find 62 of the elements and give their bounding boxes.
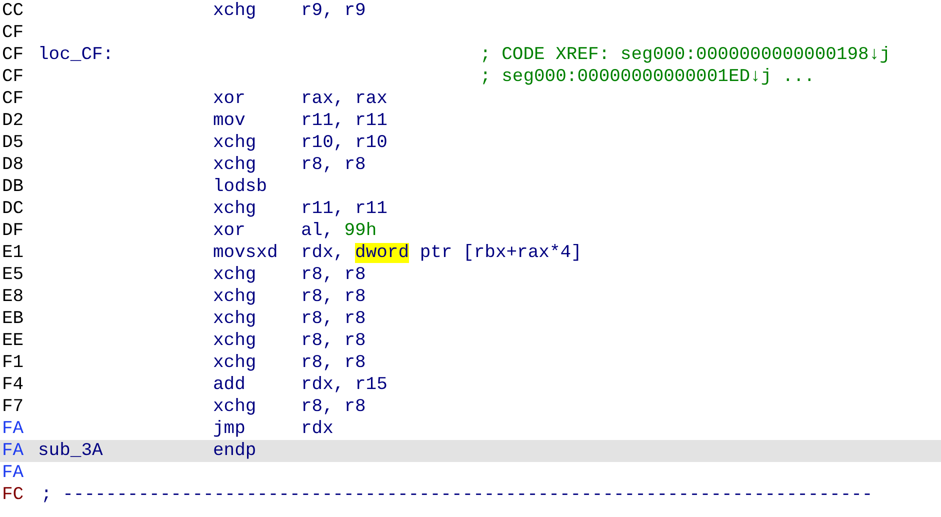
address: DC [2, 199, 24, 219]
mnemonic: endp [213, 441, 256, 461]
operands: r8, r8 [301, 330, 366, 352]
address: FA [2, 441, 24, 461]
operands: r11, r11 [301, 110, 388, 132]
comment: ; CODE XREF: seg000:0000000000000198↓j [480, 44, 890, 66]
address: D2 [2, 111, 24, 131]
address: EE [2, 331, 24, 351]
operands: al, 99h [301, 220, 377, 242]
comment: ; seg000:00000000000001ED↓j ... [480, 66, 815, 88]
operands: rdx, r15 [301, 374, 388, 396]
mnemonic: xchg [213, 265, 256, 285]
mnemonic: xchg [213, 155, 256, 175]
operands: r8, r8 [301, 286, 366, 308]
mnemonic: movsxd [213, 243, 278, 263]
mnemonic: lodsb [213, 177, 268, 197]
mnemonic: mov [213, 111, 246, 131]
operands: rax, rax [301, 88, 388, 110]
address: CF [2, 23, 24, 43]
mnemonic: xchg [213, 331, 256, 351]
mnemonic: add [213, 375, 246, 395]
operands: r8, r8 [301, 264, 366, 286]
address: D5 [2, 133, 24, 153]
operands: rdx [301, 418, 334, 440]
mnemonic: xor [213, 221, 246, 241]
address: E5 [2, 265, 24, 285]
mnemonic: xchg [213, 397, 256, 417]
address: CF [2, 89, 24, 109]
operands: r9, r9 [301, 0, 366, 22]
address: CF [2, 45, 24, 65]
mnemonic: xchg [213, 199, 256, 219]
address: E1 [2, 243, 24, 263]
mnemonic: jmp [213, 419, 246, 439]
address: FC [2, 485, 24, 505]
operands: r8, r8 [301, 352, 366, 374]
address: DF [2, 221, 24, 241]
operands: r8, r8 [301, 154, 366, 176]
address: EB [2, 309, 24, 329]
operands: r11, r11 [301, 198, 388, 220]
label: loc_CF: [38, 45, 114, 65]
mnemonic: xchg [213, 133, 256, 153]
address: FA [2, 419, 24, 439]
mnemonic: xor [213, 89, 246, 109]
mnemonic: xchg [213, 353, 256, 373]
address: CC [2, 1, 24, 21]
address: D8 [2, 155, 24, 175]
address: F1 [2, 353, 24, 373]
operands: r8, r8 [301, 396, 366, 418]
operands: rdx, dword ptr [rbx+rax*4] [301, 242, 582, 264]
operands: r10, r10 [301, 132, 388, 154]
address: FA [2, 463, 24, 483]
address: E8 [2, 287, 24, 307]
mnemonic: xchg [213, 309, 256, 329]
address: F7 [2, 397, 24, 417]
label: sub_3A [38, 441, 103, 461]
separator-comment: ; --------------------------------------------------------------------------- [41, 484, 873, 506]
address: CF [2, 67, 24, 87]
mnemonic: xchg [213, 287, 256, 307]
address: DB [2, 177, 24, 197]
mnemonic: xchg [213, 1, 256, 21]
address: F4 [2, 375, 24, 395]
operands: r8, r8 [301, 308, 366, 330]
